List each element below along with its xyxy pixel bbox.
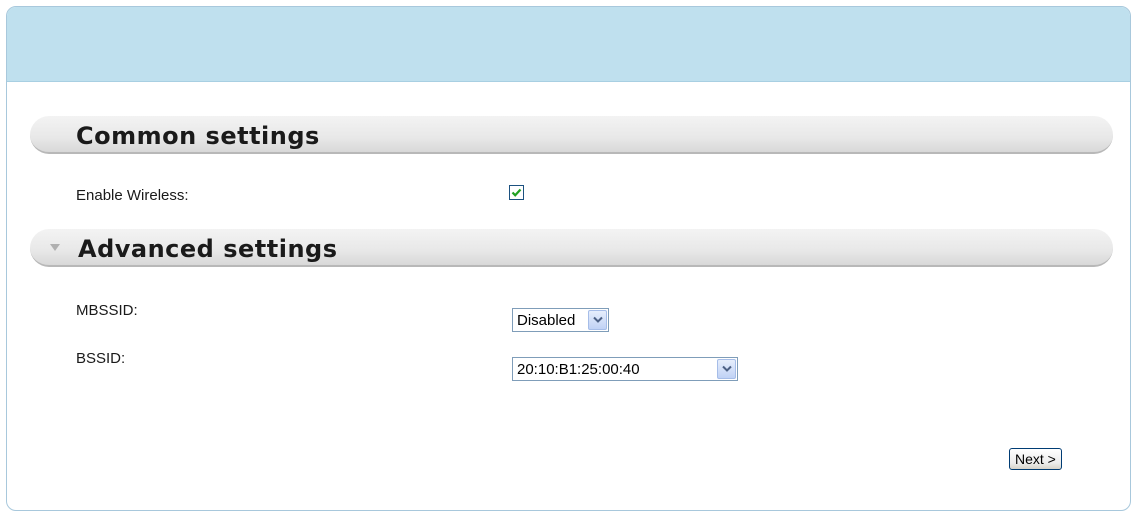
enable-wireless-label: Enable Wireless: [76,187,189,204]
advanced-settings-title: Advanced settings [78,235,338,263]
checkmark-icon [511,188,522,197]
next-button[interactable]: Next > [1009,448,1062,470]
mbssid-select-value: Disabled [517,311,576,329]
chevron-down-icon[interactable] [588,310,607,330]
collapse-triangle-icon[interactable] [50,244,60,251]
bssid-select-value: 20:10:B1:25:00:40 [517,360,640,378]
advanced-settings-header[interactable]: Advanced settings [30,229,1113,267]
common-settings-title: Common settings [76,122,320,150]
bssid-select[interactable]: 20:10:B1:25:00:40 [512,357,738,381]
panel-header [7,7,1130,82]
bssid-label: BSSID: [76,350,126,367]
chevron-down-icon[interactable] [717,359,736,379]
mbssid-label: MBSSID: [76,302,138,319]
enable-wireless-checkbox[interactable] [509,185,524,200]
mbssid-select[interactable]: Disabled [512,308,609,332]
common-settings-header: Common settings [30,116,1113,154]
